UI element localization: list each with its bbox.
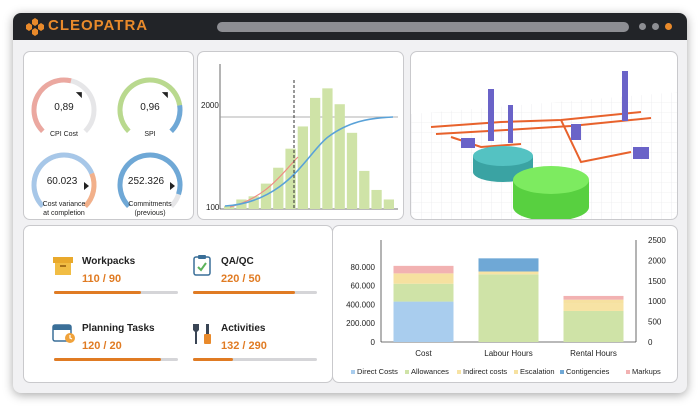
bar-category-label: Cost [415,349,432,358]
y-tick-2000: 2000 [201,101,219,110]
legend-label[interactable]: Direct Costs [357,367,398,376]
bar-category-label: Labour Hours [484,349,532,358]
bar-rental-hours-markups[interactable] [563,295,624,300]
right-axis-tick: 1500 [648,277,666,286]
planning-tasks-value: 120 / 20 [82,340,122,352]
legend-label[interactable]: Contigencies [566,367,610,376]
bar-category-label: Rental Hours [570,349,617,358]
gauges-card: 0,89 CPI Cost 0,96 SPI 60.023 Cost varia… [23,51,194,220]
activities-progress [193,358,317,361]
dist-bar [359,170,370,209]
qaqc-title: QA/QC [221,256,254,267]
left-axis-tick: 0 [371,338,376,347]
cost-variance-label: Cost variance at completion [24,200,104,218]
dist-bar [334,104,345,209]
cost-variance-label-line2: at completion [43,210,85,217]
legend-swatch [351,370,355,374]
legend-swatch [560,370,564,374]
qaqc-clipboard-icon [193,255,211,276]
y-tick-100: 100 [206,203,220,212]
legend-label[interactable]: Indirect costs [463,367,507,376]
workpacks-progress [54,291,178,294]
bar-rental-hours-indirect-costs[interactable] [563,303,624,311]
commitments-label-line1: Commitments [128,201,172,208]
legend-label[interactable]: Escalation [520,367,555,376]
spi-label: SPI [144,131,156,138]
distribution-card: 2000 100 [197,51,404,220]
qaqc-progress-fill [193,291,295,294]
cost-variance-value: 60.023 [46,176,78,187]
commitments-label: Commitments (previous) [110,200,190,218]
bar-rental-hours-allowances[interactable] [563,310,624,342]
bar-cost-allowances[interactable] [393,283,454,302]
legend-swatch [405,370,409,374]
cpi-cost-value: 0,89 [54,102,74,113]
legend-swatch [514,370,518,374]
left-axis-tick: 60.000 [351,282,376,291]
activities-value: 132 / 290 [221,340,267,352]
window-dot-2[interactable] [652,23,659,30]
right-axis-tick: 2500 [648,236,666,245]
qaqc-value: 220 / 50 [221,273,261,285]
calendar-clock-icon [52,324,75,343]
right-axis-tick: 1000 [648,297,666,306]
app-window: CLEOPATRA 0,89 CPI Cost 0,96 SPI 60.023 … [13,13,687,393]
cost-variance-label-line1: Cost variance [42,201,86,208]
green-storage-tank[interactable] [513,166,589,220]
workpacks-value: 110 / 90 [82,273,122,285]
left-axis-tick: 80.000 [351,263,376,272]
commitments-value: 252.326 [127,176,165,187]
right-axis-tick: 2000 [648,256,666,265]
plant-3d-model-card[interactable] [410,51,678,220]
planning-tasks-title: Planning Tasks [82,323,155,334]
address-bar[interactable] [217,22,629,32]
kpi-card: Workpacks 110 / 90 QA/QC 220 / 50 Planni… [23,225,333,383]
planning-tasks-progress [54,358,178,361]
window-dot-1[interactable] [639,23,646,30]
dist-bar [383,199,394,209]
dist-bar [322,88,333,209]
cpi-cost-label: CPI Cost [49,131,78,138]
plant-3d-model-view[interactable] [411,52,678,220]
commitments-label-line2: (previous) [134,210,166,217]
activities-title: Activities [221,323,266,334]
left-axis-tick: 400.000 [346,300,375,309]
brand-name: CLEOPATRA [48,17,149,34]
dist-bar [371,189,382,209]
spi-value: 0,96 [140,102,160,113]
activities-progress-fill [193,358,233,361]
qaqc-progress [193,291,317,294]
title-bar: CLEOPATRA [13,13,687,40]
right-axis-tick: 500 [648,318,662,327]
cost-breakdown-chart: 80.000 60.000 400.000 200.000 0 2500 2000 1500 1… [346,236,666,376]
left-axis-tick: 200.000 [346,319,375,328]
legend-swatch [457,370,461,374]
gauge-1-pointer-icon [161,92,168,99]
gauge-0-pointer-icon [75,92,82,99]
legend-label[interactable]: Markups [632,367,661,376]
workpacks-progress-fill [54,291,141,294]
workpacks-box-icon [53,257,73,275]
cleopatra-logo-icon [26,18,44,36]
bar-labour-hours-indirect-costs[interactable] [478,271,539,275]
bar-cost-escalation[interactable] [393,273,454,284]
distribution-chart: 2000 100 [201,64,398,212]
cost-breakdown-card: 80.000 60.000 400.000 200.000 0 2500 2000 1500 1… [332,225,678,383]
window-dot-3[interactable] [665,23,672,30]
planning-tasks-progress-fill [54,358,161,361]
bar-labour-hours-contigencies[interactable] [478,258,539,272]
bar-cost-markups[interactable] [393,265,454,274]
legend-label[interactable]: Allowances [411,367,449,376]
bar-labour-hours-allowances[interactable] [478,274,539,342]
dist-bar [346,132,358,209]
workpacks-title: Workpacks [82,256,136,267]
right-axis-tick: 0 [648,338,653,347]
bar-rental-hours-escalation[interactable] [563,299,624,304]
wrench-screwdriver-icon [193,324,211,344]
legend-swatch [626,370,630,374]
bar-cost-direct-costs[interactable] [393,301,454,342]
